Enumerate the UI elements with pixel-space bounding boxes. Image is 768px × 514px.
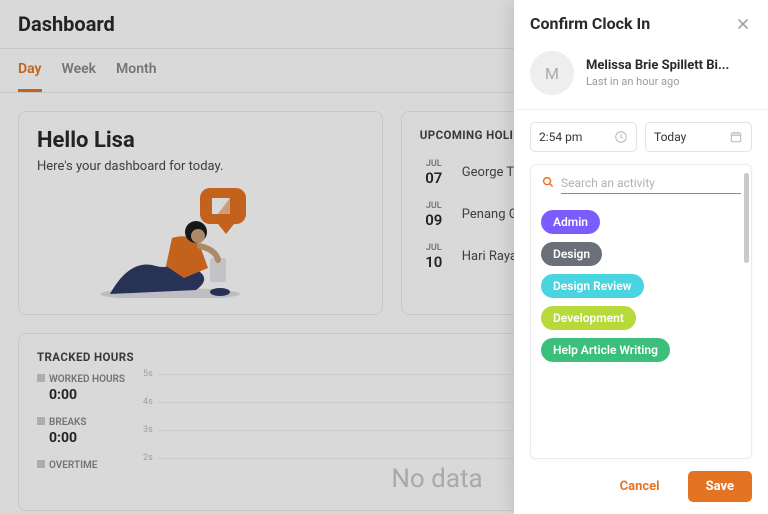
stat-value: 0:00 xyxy=(49,430,125,446)
date-value: Today xyxy=(654,130,686,144)
holiday-month: JUL xyxy=(426,201,442,211)
search-icon xyxy=(541,174,555,193)
activity-chip[interactable]: Admin xyxy=(541,210,600,234)
holiday-day: 10 xyxy=(425,253,442,271)
page-title: Dashboard xyxy=(18,12,115,36)
holiday-day: 09 xyxy=(425,211,442,229)
tab-day[interactable]: Day xyxy=(18,49,42,92)
clock-icon xyxy=(614,130,628,144)
stat-label: BREAKS xyxy=(49,417,86,428)
stat-value: 0:00 xyxy=(49,387,125,403)
activity-chip[interactable]: Development xyxy=(541,306,636,330)
holiday-month: JUL xyxy=(426,243,442,253)
tab-week[interactable]: Week xyxy=(62,49,97,92)
time-value: 2:54 pm xyxy=(539,130,582,144)
avatar: M xyxy=(530,51,574,95)
hello-illustration xyxy=(37,188,364,298)
tab-month[interactable]: Month xyxy=(116,49,157,92)
activity-dropdown: Admin Design Design Review Development Help … xyxy=(530,164,752,459)
tracked-stat: BREAKS 0:00 xyxy=(37,417,125,446)
time-field[interactable]: 2:54 pm xyxy=(530,122,637,152)
tracked-stat: WORKED HOURS 0:00 xyxy=(37,374,125,403)
close-icon[interactable] xyxy=(734,15,752,33)
scrollbar-thumb[interactable] xyxy=(744,173,749,263)
user-subtitle: Last in an hour ago xyxy=(586,75,729,88)
holiday-month: JUL xyxy=(426,159,442,169)
holiday-day: 07 xyxy=(425,169,442,187)
tracked-stats: WORKED HOURS 0:00 BREAKS 0:00 OVERTIME xyxy=(37,374,125,494)
tracked-stat: OVERTIME xyxy=(37,460,125,471)
activity-chip[interactable]: Design Review xyxy=(541,274,644,298)
clock-in-panel: Confirm Clock In M Melissa Brie Spillett… xyxy=(514,0,768,514)
cancel-button[interactable]: Cancel xyxy=(602,471,678,502)
user-row: M Melissa Brie Spillett Bi... Last in an… xyxy=(514,51,768,110)
stat-label: OVERTIME xyxy=(49,460,97,471)
save-button[interactable]: Save xyxy=(688,471,752,502)
activity-chip[interactable]: Design xyxy=(541,242,602,266)
calendar-icon xyxy=(729,130,743,144)
activity-list: Admin Design Design Review Development Help … xyxy=(531,198,751,374)
holiday-date: JUL09 xyxy=(420,201,448,229)
date-field[interactable]: Today xyxy=(645,122,752,152)
activity-search-input[interactable] xyxy=(561,173,741,194)
activity-chip[interactable]: Help Article Writing xyxy=(541,338,670,362)
hello-subtitle: Here's your dashboard for today. xyxy=(37,159,364,174)
hello-card: Hello Lisa Here's your dashboard for tod… xyxy=(18,111,383,315)
hello-greeting: Hello Lisa xyxy=(37,128,364,153)
panel-title: Confirm Clock In xyxy=(530,14,650,33)
holiday-date: JUL07 xyxy=(420,159,448,187)
stat-label: WORKED HOURS xyxy=(49,374,125,385)
holiday-date: JUL10 xyxy=(420,243,448,271)
user-name: Melissa Brie Spillett Bi... xyxy=(586,58,729,73)
